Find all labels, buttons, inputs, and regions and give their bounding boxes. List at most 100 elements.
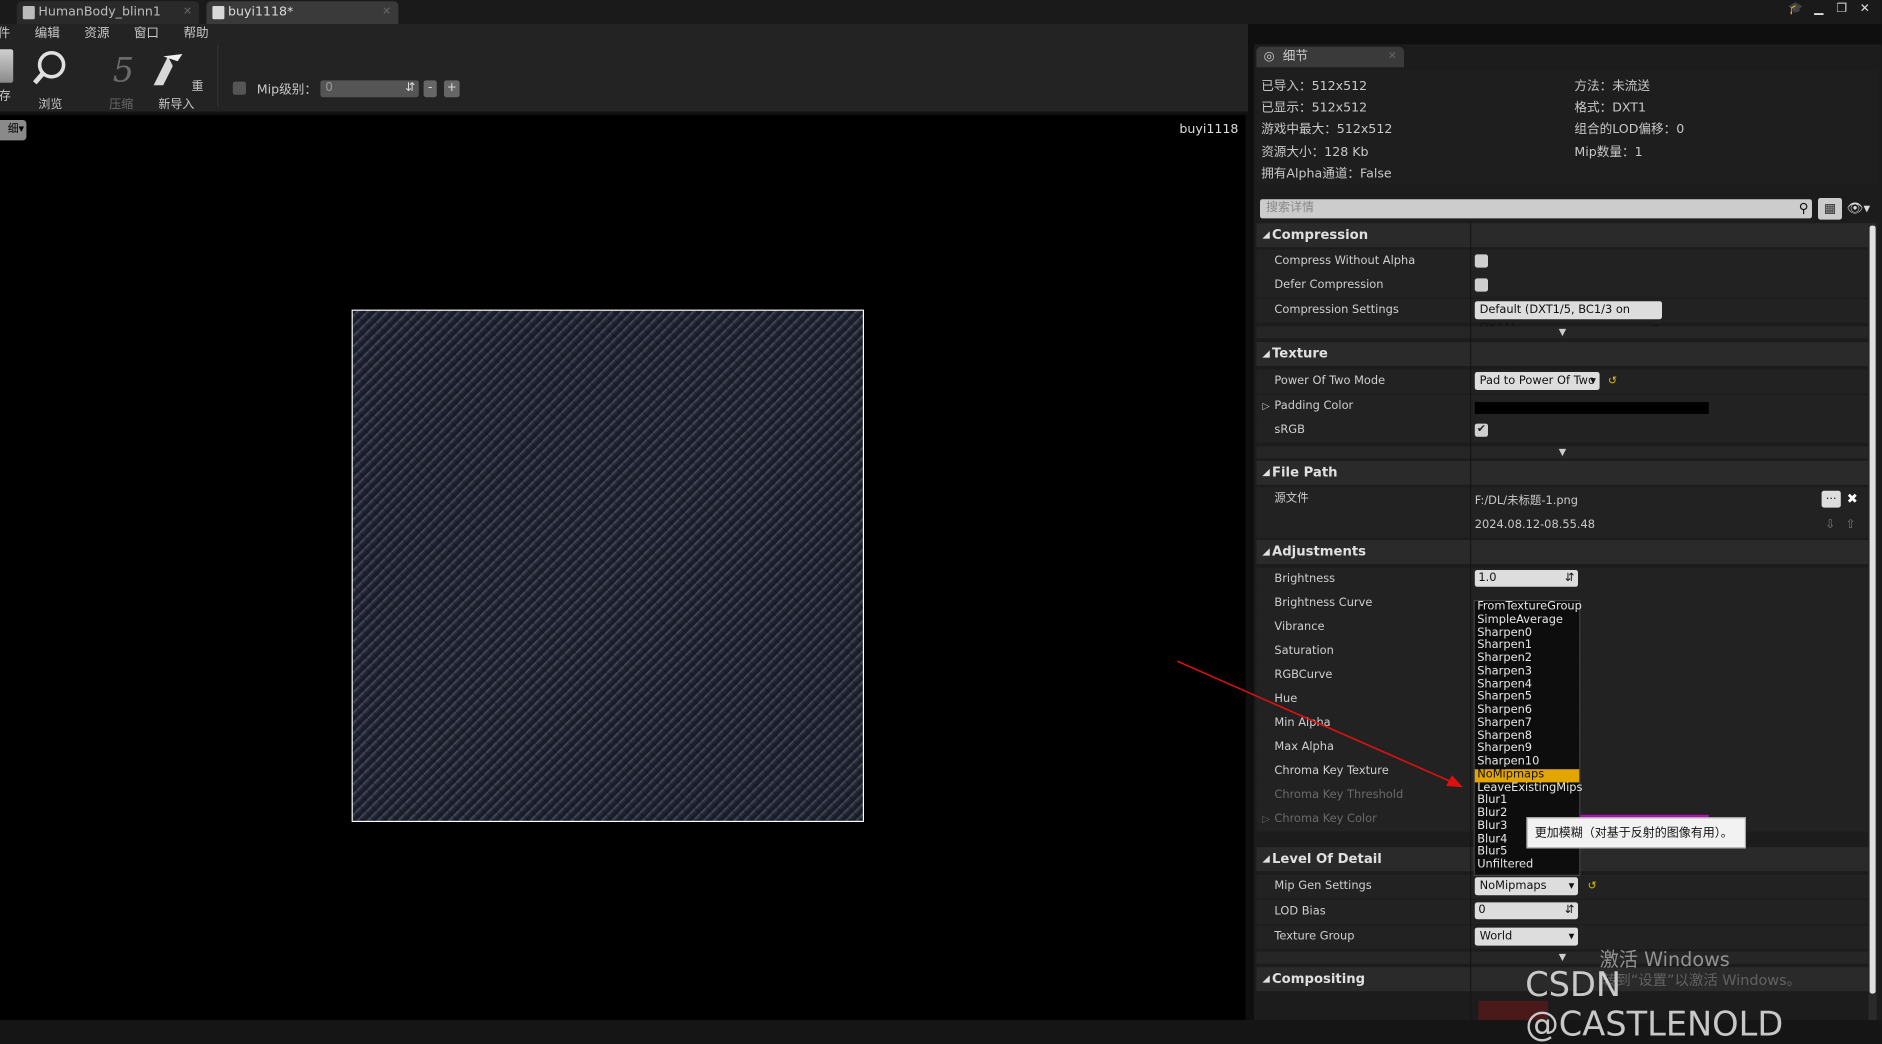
dropdown-option[interactable]: NoMipmaps — [1474, 768, 1580, 782]
dropdown-option[interactable]: FromTextureGroup — [1475, 600, 1582, 614]
prop-brightness: Brightness 1.0 ⇵ — [1256, 567, 1869, 592]
spin-icon: ⇵ — [1564, 903, 1575, 917]
expand-arrow-icon[interactable]: ▷ — [1262, 808, 1269, 832]
menu-edit[interactable]: 编辑 — [35, 24, 60, 44]
collapse-arrow-icon: ◢ — [1262, 466, 1270, 478]
help-icon[interactable]: 🎓 — [1786, 2, 1805, 15]
prop-lod-bias: LOD Bias 0 ⇵ — [1256, 900, 1869, 925]
save-button[interactable]: 存 — [0, 49, 17, 103]
spin-icon: ⇵ — [405, 81, 416, 95]
window-controls: 🎓 ▁ ❐ ✕ — [1786, 2, 1874, 19]
prop-label: Padding Color — [1274, 399, 1354, 413]
info-method: 方法：未流送 — [1574, 79, 1651, 94]
dropdown-option[interactable]: Sharpen10 — [1475, 755, 1579, 769]
source-file-timestamp: 2024.08.12-08.55.48 — [1474, 518, 1595, 532]
dropdown-option[interactable]: Unfiltered — [1475, 858, 1579, 872]
browse-file-button[interactable]: … — [1821, 490, 1841, 508]
texture-group-combo[interactable]: World ▾ — [1474, 927, 1579, 946]
tab-label: HumanBody_blinn1 — [38, 4, 161, 20]
browse-button[interactable]: 浏览 — [29, 49, 72, 112]
defer-compression-checkbox[interactable] — [1474, 278, 1488, 292]
details-search-input[interactable]: 搜索详情 ⚲ — [1260, 199, 1813, 219]
source-file-path: F:/DL/未标题-1.png — [1474, 494, 1579, 508]
category-adjustments[interactable]: ◢ Adjustments — [1256, 540, 1869, 564]
chevron-down-icon: ▾ — [1590, 374, 1597, 388]
category-title: Compositing — [1272, 970, 1366, 987]
reset-to-default-icon[interactable]: ↺ — [1608, 370, 1617, 394]
menu-asset[interactable]: 资源 — [84, 24, 109, 44]
prop-label: Compression Settings — [1274, 303, 1399, 317]
menu-window[interactable]: 窗口 — [134, 24, 159, 44]
tab-label: buyi1118* — [228, 4, 294, 20]
dropdown-option[interactable]: Sharpen7 — [1475, 716, 1579, 730]
mip-checkbox[interactable] — [232, 81, 247, 95]
prop-label: Compress Without Alpha — [1274, 254, 1416, 268]
reimport-button[interactable]: 重新导入 — [149, 49, 204, 112]
advanced-expander[interactable]: ▼ — [1256, 951, 1869, 964]
mip-decrement-button[interactable]: - — [423, 80, 437, 98]
csdn-watermark: CSDN @CASTLENOLD — [1525, 964, 1784, 1044]
mip-level-input[interactable]: 0 ⇵ — [320, 80, 419, 98]
tab-buyi1118[interactable]: buyi1118* ✕ — [206, 1, 399, 24]
eye-icon[interactable]: 👁▾ — [1847, 200, 1870, 216]
lod-bias-input[interactable]: 0 ⇵ — [1474, 902, 1579, 920]
mip-gen-settings-combo[interactable]: NoMipmaps ▾ — [1474, 877, 1579, 896]
toolbar: 存 浏览 5 压缩 重新导入 Mip级别： 0 ⇵ — [0, 44, 1248, 113]
close-icon[interactable]: ✕ — [1388, 47, 1397, 67]
details-tab[interactable]: ◎ 细节 ✕ — [1256, 46, 1404, 68]
dropdown-option[interactable]: SimpleAverage — [1475, 613, 1579, 627]
prop-power-of-two: Power Of Two Mode Pad to Power Of Two ▾ ↺ — [1256, 369, 1869, 394]
prop-label: Chroma Key Color — [1274, 812, 1377, 826]
input-value: 1.0 — [1478, 571, 1497, 585]
dropdown-option[interactable]: Sharpen2 — [1475, 652, 1579, 666]
menu-file[interactable]: 件 — [0, 24, 10, 44]
info-imported: 已导入：512x512 — [1261, 79, 1368, 94]
srgb-checkbox[interactable]: ✔ — [1474, 423, 1488, 437]
power-of-two-combo[interactable]: Pad to Power Of Two ▾ — [1474, 372, 1600, 391]
category-texture[interactable]: ◢ Texture — [1256, 342, 1869, 366]
compress-without-alpha-checkbox[interactable] — [1474, 254, 1488, 268]
padding-color-swatch[interactable] — [1474, 402, 1709, 415]
scrollbar-thumb[interactable] — [1869, 225, 1876, 994]
tab-humanbody[interactable]: HumanBody_blinn1 ✕ — [16, 1, 200, 24]
category-compression[interactable]: ◢ Compression — [1256, 223, 1869, 248]
combo-value: Pad to Power Of Two — [1479, 374, 1595, 388]
texture-info: 已导入：512x512 已显示：512x512 游戏中最大：512x512 资源… — [1256, 69, 1879, 185]
restore-icon[interactable]: ❐ — [1832, 2, 1851, 15]
compress-button[interactable]: 5 压缩 — [101, 49, 142, 112]
reset-to-default-icon[interactable]: ↺ — [1588, 875, 1597, 899]
brightness-input[interactable]: 1.0 ⇵ — [1474, 570, 1579, 587]
arrow-up-icon[interactable]: ⇧ — [1846, 514, 1856, 538]
combo-value: World — [1479, 930, 1513, 944]
dropdown-option[interactable]: Sharpen6 — [1475, 703, 1579, 717]
advanced-expander[interactable]: ▼ — [1256, 326, 1869, 339]
close-window-icon[interactable]: ✕ — [1855, 2, 1874, 15]
prop-defer-compression: Defer Compression — [1256, 273, 1869, 298]
arrow-down-icon[interactable]: ⇩ — [1825, 514, 1835, 538]
material-icon — [22, 6, 35, 20]
info-max-ingame: 游戏中最大：512x512 — [1261, 122, 1393, 137]
menu-help[interactable]: 帮助 — [183, 24, 208, 44]
collapse-arrow-icon: ◢ — [1262, 348, 1270, 359]
close-icon[interactable]: ✕ — [382, 1, 391, 24]
texture-icon — [212, 6, 225, 20]
info-format: 格式：DXT1 — [1574, 100, 1647, 116]
compression-settings-combo[interactable]: Default (DXT1/5, BC1/3 on DX11)▾ — [1474, 301, 1663, 335]
category-title: Compression — [1272, 226, 1369, 243]
minimize-icon[interactable]: ▁ — [1809, 2, 1828, 15]
expand-arrow-icon[interactable]: ▷ — [1262, 395, 1269, 419]
advanced-expander[interactable]: ▼ — [1256, 446, 1869, 459]
prop-srgb: sRGB ✔ — [1256, 418, 1869, 443]
browse-label: 浏览 — [38, 98, 63, 112]
category-title: File Path — [1272, 464, 1338, 481]
view-options-grid-icon[interactable]: ▦ — [1818, 198, 1843, 220]
collapse-arrow-icon: ◢ — [1262, 853, 1270, 865]
prop-label: Power Of Two Mode — [1274, 374, 1386, 388]
viewport-options-button[interactable]: 细▾ — [0, 120, 27, 141]
collapse-arrow-icon: ◢ — [1262, 229, 1270, 241]
close-icon[interactable]: ✕ — [183, 1, 192, 24]
category-file-path[interactable]: ◢ File Path — [1256, 460, 1869, 485]
mip-increment-button[interactable]: + — [444, 80, 460, 98]
dropdown-option[interactable]: Sharpen3 — [1475, 665, 1579, 679]
clear-icon[interactable]: ✖ — [1847, 487, 1858, 511]
